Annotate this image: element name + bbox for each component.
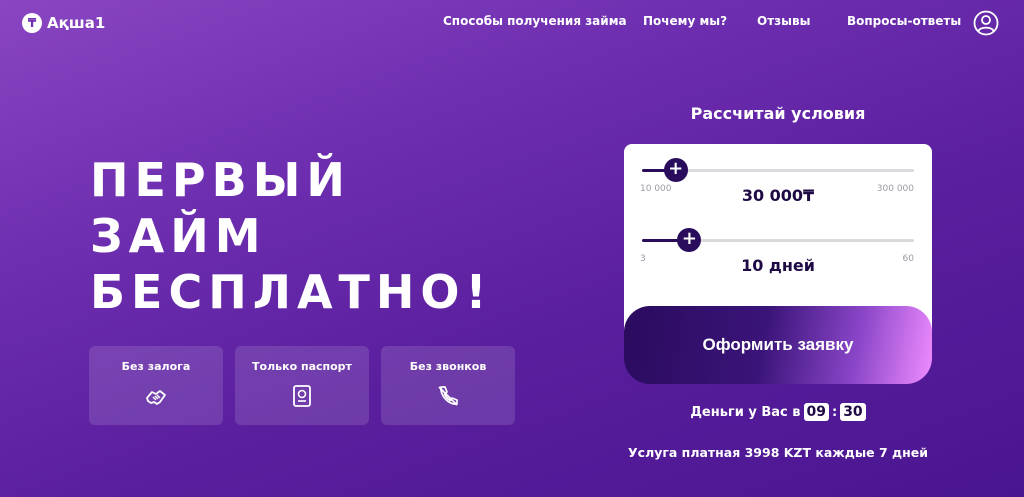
nav-link-faq[interactable]: Вопросы-ответы: [847, 14, 961, 34]
feature-label: Без залога: [121, 360, 191, 373]
amount-value: 30 000₸: [741, 186, 815, 205]
term-slider-handle[interactable]: +: [677, 228, 702, 252]
nav-link-loan-methods[interactable]: Способы получения займа: [443, 14, 627, 34]
timer-minutes: 30: [840, 403, 866, 421]
feature-card-passport-only: Только паспорт: [235, 346, 369, 425]
hero-title-line: ЗАЙМ: [90, 209, 267, 263]
feature-card-no-collateral: Без залога: [89, 346, 223, 425]
logo[interactable]: ₸ Ақша1: [22, 12, 105, 34]
service-fee-notice: Услуга платная 3998 KZT каждые 7 дней: [628, 445, 928, 460]
feature-label: Только паспорт: [252, 360, 352, 373]
no-calls-icon: [438, 386, 458, 406]
timer-prefix: Деньги у Вас в: [690, 404, 801, 420]
money-timer: Деньги у Вас в 09 : 30: [624, 403, 932, 421]
logo-icon: ₸: [22, 13, 42, 33]
timer-separator: :: [831, 404, 838, 420]
nav-link-why-us[interactable]: Почему мы?: [643, 14, 727, 34]
handshake-icon: [146, 390, 166, 405]
amount-slider-handle[interactable]: +: [663, 158, 688, 182]
apply-button[interactable]: Оформить заявку: [624, 306, 932, 384]
passport-icon: [293, 385, 311, 407]
hero-title: ПЕРВЫЙ ЗАЙМ БЕСПЛАТНО!: [90, 152, 530, 320]
feature-label: Без звонков: [409, 360, 487, 373]
term-value: 10 дней: [741, 256, 815, 275]
calculator-title: Рассчитай условия: [690, 104, 866, 123]
hero-title-line: ПЕРВЫЙ: [90, 153, 351, 207]
header: ₸ Ақша1 Способы получения займа Почему м…: [0, 0, 1024, 48]
timer-hours: 09: [803, 403, 829, 421]
user-circle-icon[interactable]: [973, 10, 999, 36]
feature-card-no-calls: Без звонков: [381, 346, 515, 425]
hero-title-line: БЕСПЛАТНО!: [90, 265, 493, 319]
logo-text: Ақша1: [47, 14, 106, 32]
nav-link-reviews[interactable]: Отзывы: [757, 14, 810, 34]
